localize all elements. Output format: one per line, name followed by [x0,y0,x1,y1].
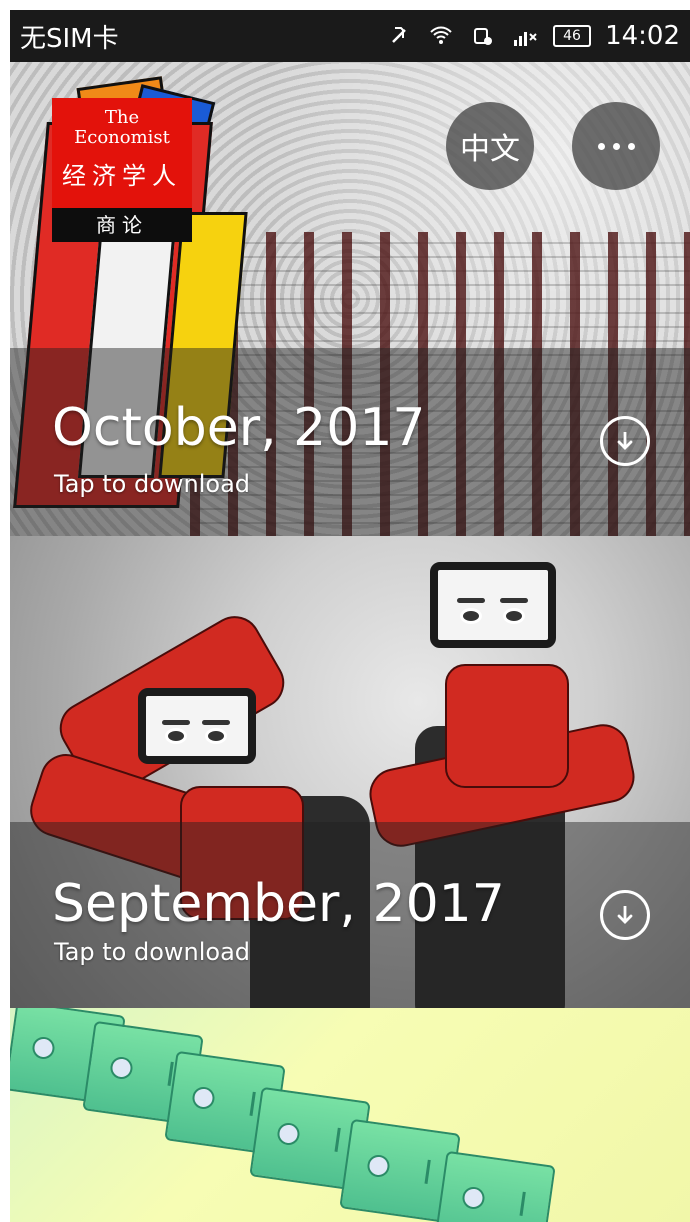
download-icon [617,432,633,450]
download-button[interactable] [600,890,650,940]
download-button[interactable] [600,416,650,466]
robot-screen [430,562,556,648]
language-label: 中文 [460,132,520,167]
robot-eyebrow [162,720,190,725]
wifi-icon [427,22,455,50]
download-icon [617,906,633,924]
mute-icon [385,22,413,50]
status-left: 无SIM卡 [20,18,119,55]
robot-eye [460,608,482,624]
more-icon [597,142,635,150]
battery-icon: 46 [553,25,592,47]
issue-subtitle: Tap to download [54,470,251,498]
logo-chinese-title: 经济学人 [62,162,182,190]
issue-feed[interactable]: The Economist 经济学人 商论 中文 October, 2017 T… [10,62,690,1222]
robot-eyebrow [457,598,485,603]
language-toggle-button[interactable]: 中文 [446,102,534,190]
carrier-label: 无SIM卡 [20,23,119,54]
robot-torso [445,664,569,788]
issue-title: October, 2017 [52,398,426,458]
more-options-button[interactable] [572,102,660,190]
issue-card-october[interactable]: The Economist 经济学人 商论 中文 October, 2017 T… [10,62,690,536]
logo-line-2: Economist [74,127,170,148]
sync-icon [469,22,497,50]
issue-subtitle: Tap to download [54,938,251,966]
issue-card-september[interactable]: September, 2017 Tap to download [10,536,690,1008]
cover-art [10,1008,690,1222]
status-bar: 无SIM卡 46 14:02 [10,10,690,62]
signal-icon [511,22,539,50]
issue-title: September, 2017 [52,874,505,934]
logo-subtitle: 商论 [52,208,192,242]
status-right: 46 14:02 [385,21,680,51]
robot-screen [138,688,256,764]
clock-time: 14:02 [605,21,680,51]
issue-card-next[interactable] [10,1008,690,1222]
economist-logo: The Economist 经济学人 商论 [52,98,192,242]
robot-eyebrow [500,598,528,603]
robot-eye [205,728,227,744]
logo-line-1: The [104,107,140,128]
robot-eye [503,608,525,624]
robot-eye [165,728,187,744]
robot-eyebrow [202,720,230,725]
